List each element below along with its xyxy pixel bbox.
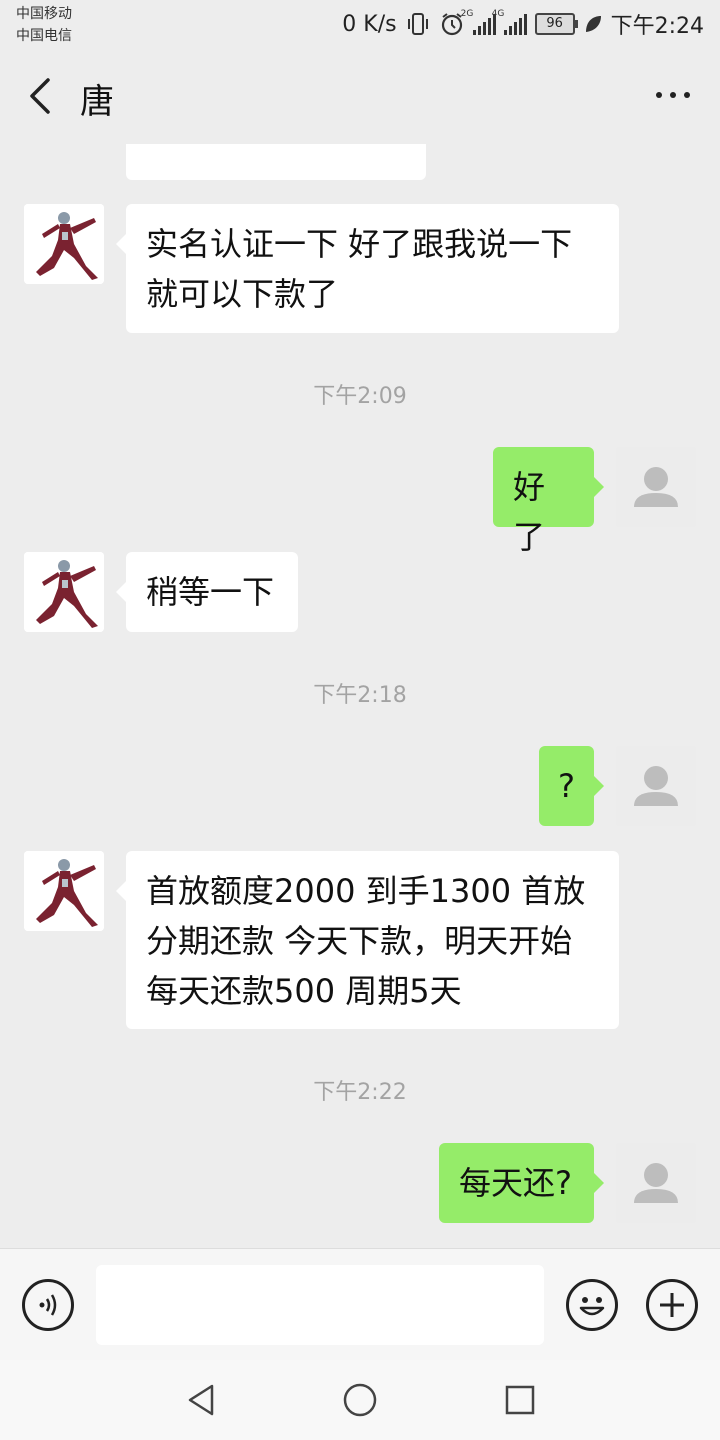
message-timestamp: 下午2:18	[313, 683, 407, 708]
message-text: ?	[558, 767, 575, 805]
message-timestamp: 下午2:22	[313, 1080, 407, 1105]
message-text-line: 分期还款 今天下款，明天开始	[146, 922, 573, 960]
incoming-message-bubble[interactable]: 首放额度2000 到手1300 首放 分期还款 今天下款，明天开始 每天还款50…	[116, 851, 619, 1029]
message-list[interactable]: 实名认证一下 好了跟我说一下 就可以下款了 下午2:09 好了 稍等一下 下午2…	[0, 144, 720, 1248]
square-recent-icon[interactable]	[504, 1384, 536, 1416]
message-text-line: 就可以下款了	[146, 275, 339, 313]
chat-title: 唐	[80, 82, 114, 122]
outgoing-message-bubble[interactable]: 每天还?	[439, 1143, 604, 1223]
chat-header: 唐	[0, 48, 720, 144]
leaf-icon	[585, 16, 601, 32]
default-user-icon	[616, 746, 696, 826]
status-bar: 中国移动 中国电信 0 K/s 2G 4G 96 下午2:24	[0, 0, 720, 48]
battery-icon: 96	[534, 13, 578, 35]
hero-figure-icon	[24, 204, 104, 284]
outgoing-message-bubble[interactable]: 好了	[493, 447, 604, 556]
more-dots-icon[interactable]	[656, 92, 690, 98]
hero-figure-icon	[24, 851, 104, 931]
default-user-icon	[616, 1143, 696, 1223]
net-speed: 0 K/s	[342, 11, 397, 37]
emoji-icon[interactable]	[566, 1279, 618, 1331]
my-avatar[interactable]	[616, 746, 696, 826]
incoming-message-bubble[interactable]: 实名认证一下 好了跟我说一下 就可以下款了	[116, 204, 619, 333]
outgoing-message-bubble[interactable]: ?	[539, 746, 604, 826]
carrier-2-label: 中国电信	[16, 28, 72, 44]
vibrate-icon	[407, 13, 428, 35]
triangle-back-icon[interactable]	[184, 1382, 218, 1418]
circle-home-icon[interactable]	[342, 1382, 378, 1418]
voice-wave-glyph	[39, 1294, 57, 1316]
hero-figure-icon	[24, 552, 104, 632]
my-avatar[interactable]	[616, 447, 696, 527]
incoming-message-bubble[interactable]: 稍等一下	[116, 552, 298, 632]
message-text: 稍等一下	[146, 573, 275, 611]
voice-icon[interactable]	[22, 1279, 74, 1331]
system-nav-bar	[0, 1360, 720, 1440]
contact-avatar[interactable]	[24, 851, 104, 931]
signal-2-tag: 4G	[491, 9, 505, 19]
message-text-line: 首放额度2000 到手1300 首放	[146, 872, 586, 910]
message-input[interactable]	[96, 1265, 544, 1345]
partial-message-bubble	[126, 144, 426, 180]
contact-avatar[interactable]	[24, 552, 104, 632]
status-icons: 0 K/s 2G 4G 96 下午2:24	[342, 8, 704, 40]
message-text-line: 实名认证一下 好了跟我说一下	[146, 225, 573, 263]
signal-icon-2: 4G	[492, 9, 527, 35]
plus-icon[interactable]	[646, 1279, 698, 1331]
carrier-1-label: 中国移动	[16, 6, 72, 22]
message-text: 每天还?	[459, 1164, 572, 1202]
my-avatar[interactable]	[616, 1143, 696, 1223]
message-text: 好了	[513, 468, 546, 556]
chevron-left-icon[interactable]	[24, 76, 60, 116]
default-user-icon	[616, 447, 696, 527]
signal-1-tag: 2G	[460, 9, 474, 19]
message-timestamp: 下午2:09	[313, 384, 407, 409]
message-text-line: 每天还款500 周期5天	[146, 972, 462, 1010]
clock: 下午2:24	[610, 14, 704, 39]
input-bar	[0, 1248, 720, 1360]
smile-glyph	[579, 1297, 605, 1316]
contact-avatar[interactable]	[24, 204, 104, 284]
plus-glyph	[660, 1293, 684, 1317]
